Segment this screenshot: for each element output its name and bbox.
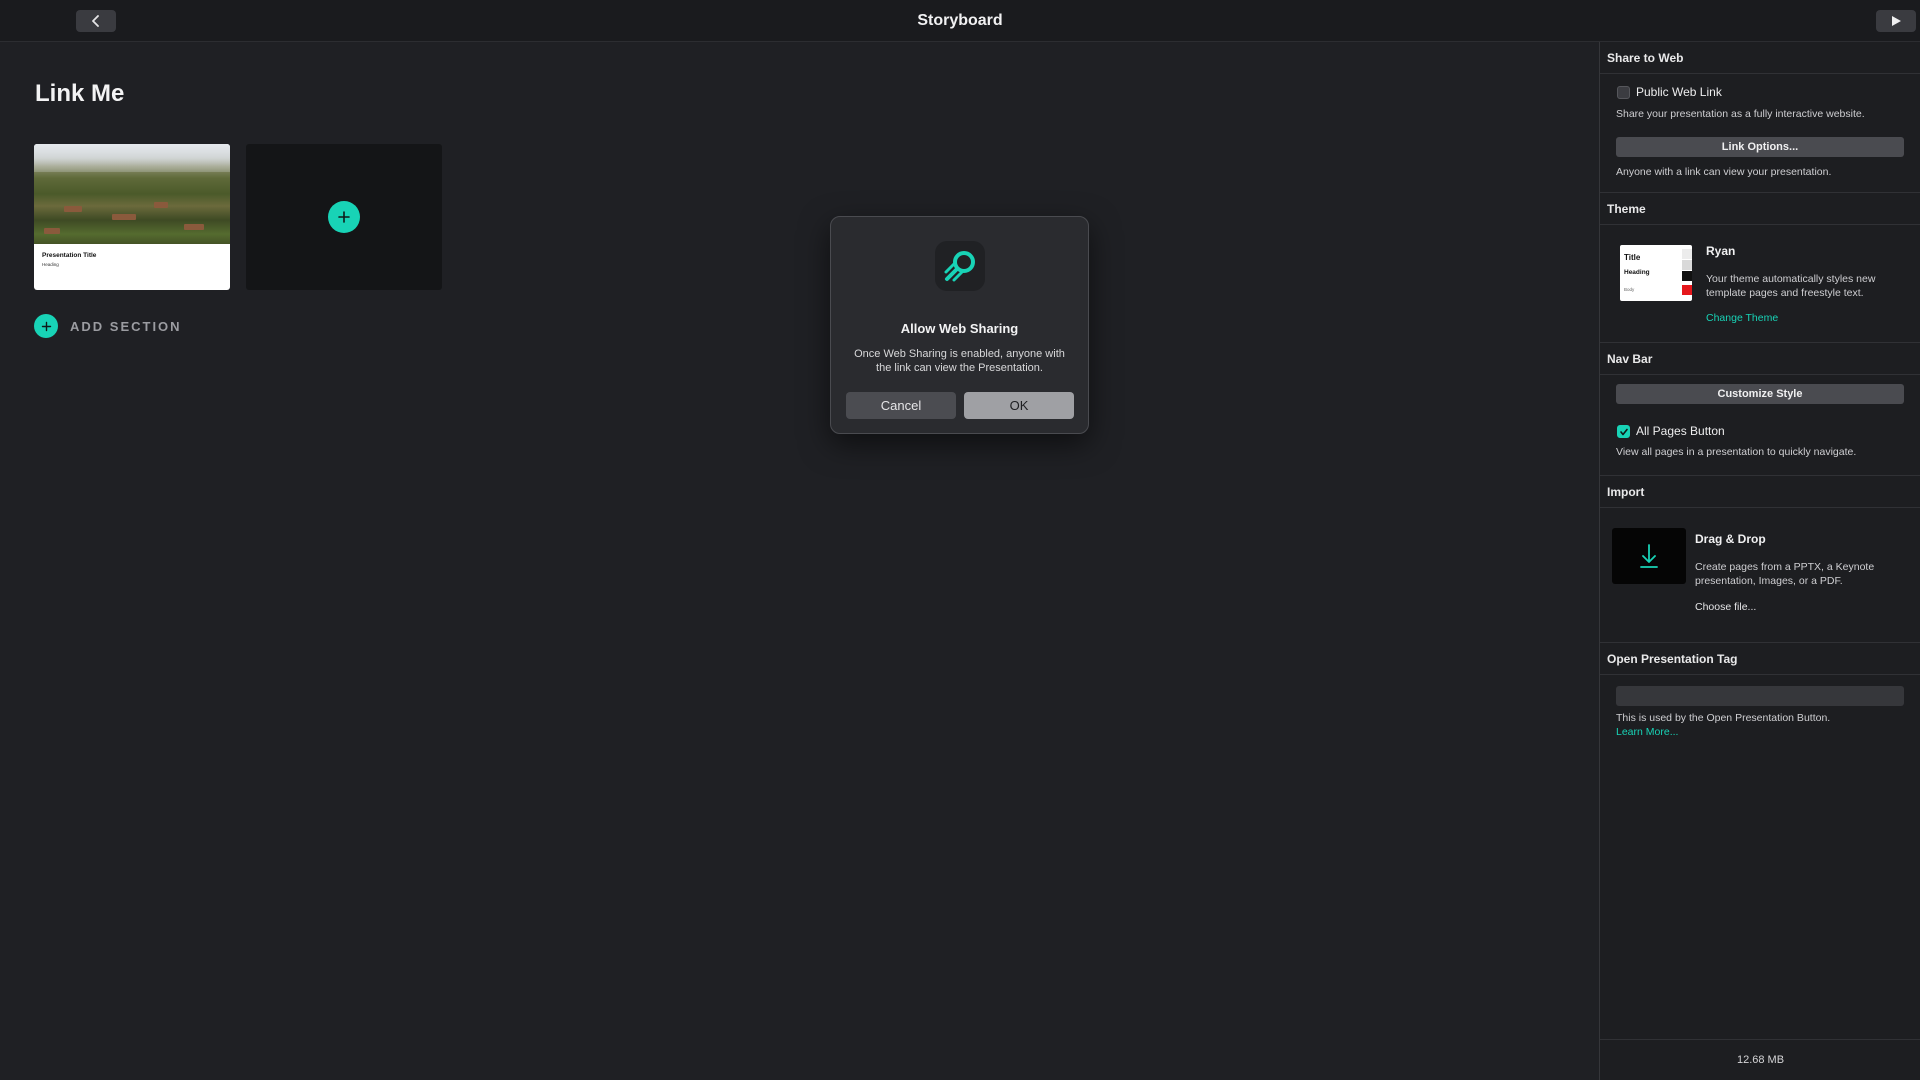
dialog-title: Allow Web Sharing [900,321,1019,336]
rocket-icon [944,251,975,282]
all-pages-checkbox[interactable] [1617,425,1630,438]
thumbnail-subtitle: Heading [42,262,59,267]
file-size-footer: 12.68 MB [1600,1039,1920,1080]
back-button[interactable] [76,10,116,32]
import-description: Create pages from a PPTX, a Keynote pres… [1695,561,1875,587]
tag-section-header: Open Presentation Tag [1600,643,1920,675]
change-theme-link[interactable]: Change Theme [1706,312,1778,324]
checkmark-icon [1619,428,1628,435]
window-title: Storyboard [917,12,1003,29]
public-web-link-label: Public Web Link [1636,85,1722,99]
share-section-header: Share to Web [1600,42,1920,74]
plus-icon [338,211,350,223]
share-description: Share your presentation as a fully inter… [1616,108,1865,120]
drag-drop-title: Drag & Drop [1695,532,1766,546]
presentation-tag-input[interactable] [1616,686,1904,706]
page-thumbnail[interactable]: Presentation Title Heading [34,144,230,290]
add-section-label: ADD SECTION [70,318,182,334]
add-section-plus [34,314,58,338]
theme-section-header: Theme [1600,193,1920,225]
theme-preview-heading: Heading [1624,269,1650,276]
top-bar: Storyboard [0,0,1920,42]
ok-button[interactable]: OK [964,392,1074,419]
web-sharing-dialog: Allow Web Sharing Once Web Sharing is en… [830,216,1089,434]
theme-preview-title: Title [1624,253,1641,262]
theme-preview-body: Body [1624,287,1635,292]
thumbnail-title: Presentation Title [42,252,97,259]
cancel-button[interactable]: Cancel [846,392,956,419]
all-pages-label: All Pages Button [1636,424,1725,438]
storyboard-area: Link Me Presentation Title Heading ADD S… [0,42,1599,1080]
dialog-message: Once Web Sharing is enabled, anyone with… [854,348,1065,374]
add-page-tile[interactable] [246,144,442,290]
choose-file-link[interactable]: Choose file... [1695,601,1756,613]
navbar-section-header: Nav Bar [1600,343,1920,375]
file-size: 12.68 MB [1736,1054,1785,1066]
play-icon [1892,16,1901,26]
theme-description: Your theme automatically styles new temp… [1706,273,1876,299]
thumbnail-image [34,144,230,244]
tag-description: This is used by the Open Presentation Bu… [1616,712,1831,724]
theme-name: Ryan [1706,244,1736,258]
page-title: Link Me [35,80,125,107]
chevron-left-icon [92,15,99,27]
customize-style-button[interactable]: Customize Style [1616,384,1904,404]
plus-icon [41,321,51,331]
import-section-header: Import [1600,476,1920,508]
theme-preview[interactable]: Title Heading Body [1620,245,1692,301]
learn-more-link[interactable]: Learn More... [1616,726,1678,738]
app-icon [935,241,985,291]
share-note: Anyone with a link can view your present… [1616,166,1832,178]
download-icon [1640,544,1658,568]
public-web-link-checkbox[interactable] [1617,86,1630,99]
link-options-button[interactable]: Link Options... [1616,137,1904,157]
add-page-button[interactable] [328,201,360,233]
drag-drop-zone[interactable] [1612,528,1686,584]
add-section-button[interactable]: ADD SECTION [34,314,182,338]
navbar-description: View all pages in a presentation to quic… [1616,446,1857,458]
inspector-panel: Share to Web Public Web Link Share your … [1599,42,1920,1080]
play-button[interactable] [1876,10,1916,32]
